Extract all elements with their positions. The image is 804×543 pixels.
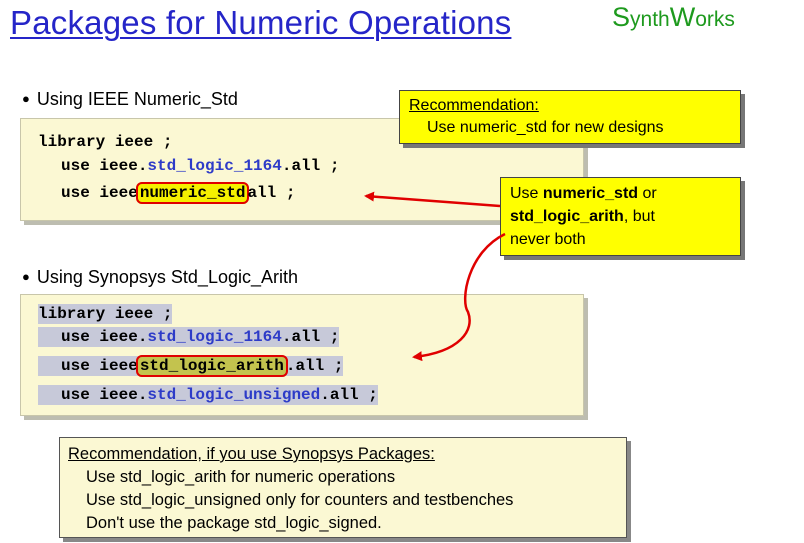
- arrow-to-numeric-std: [364, 191, 501, 208]
- synopsys-recommendation-item: Use std_logic_unsigned only for counters…: [86, 491, 514, 509]
- synopsys-recommendation-item: Use std_logic_arith for numeric operatio…: [86, 468, 396, 486]
- synopsys-recommendation-heading: Recommendation, if you use Synopsys Pack…: [68, 445, 435, 463]
- synopsys-recommendation-item: Don't use the package std_logic_signed.: [86, 514, 382, 532]
- synopsys-recommendation-box: Recommendation, if you use Synopsys Pack…: [59, 437, 627, 538]
- arrow-to-std-logic-arith: [412, 232, 506, 362]
